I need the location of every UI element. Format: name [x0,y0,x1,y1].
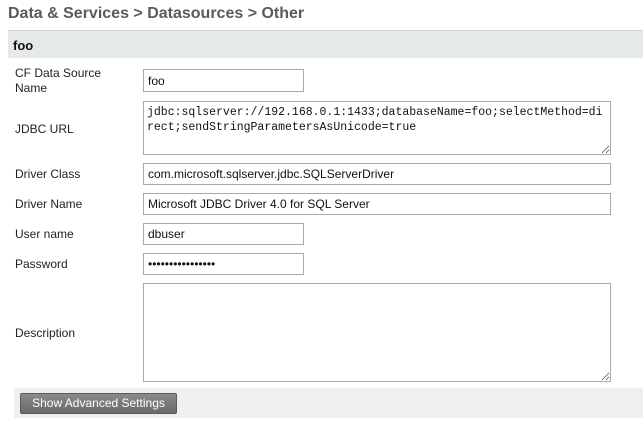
description-textarea[interactable] [143,283,611,382]
driver-name-input[interactable] [143,193,611,215]
password-label: Password [15,257,68,271]
datasource-name-input[interactable] [143,69,304,92]
description-label: Description [15,326,76,340]
section-header: foo [8,30,643,58]
datasource-edit-page: Data & Services > Datasources > Other fo… [0,0,643,429]
jdbc-url-label: JDBC URL [15,122,74,136]
jdbc-url-textarea[interactable]: jdbc:sqlserver://192.168.0.1:1433;databa… [143,101,611,155]
username-input[interactable] [143,223,304,245]
driver-class-input[interactable] [143,163,611,185]
password-input[interactable] [143,253,304,275]
show-advanced-settings-button[interactable]: Show Advanced Settings [20,393,177,414]
datasource-name-label: CF Data Source Name [15,66,102,95]
breadcrumb: Data & Services > Datasources > Other [8,5,305,22]
driver-class-label: Driver Class [15,167,81,181]
section-title: foo [13,38,34,53]
driver-name-label: Driver Name [15,197,83,211]
username-label: User name [15,227,74,241]
